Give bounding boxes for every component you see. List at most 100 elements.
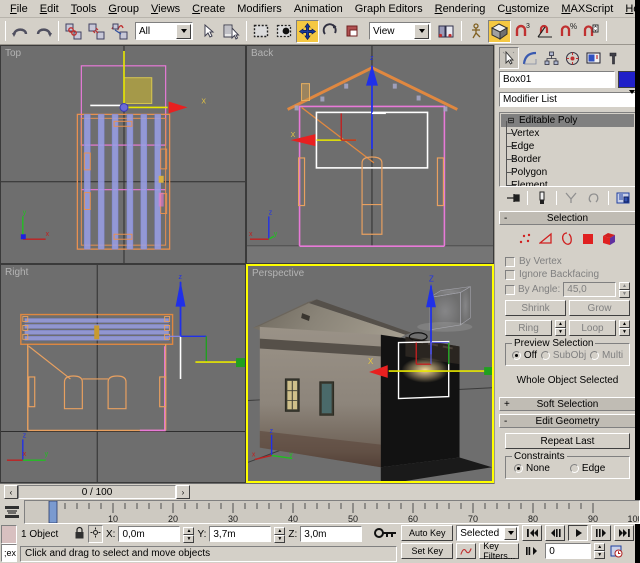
spinner-down-icon[interactable]: ▼ [555, 328, 566, 336]
bind-to-space-warp-button[interactable] [108, 20, 131, 43]
z-coordinate-field[interactable]: 3,0m [300, 526, 362, 542]
time-slider[interactable]: ‹ 0 / 100 › [4, 485, 190, 500]
select-and-link-button[interactable] [62, 20, 85, 43]
show-end-result-button[interactable] [533, 190, 551, 206]
unlink-selection-button[interactable] [85, 20, 108, 43]
next-frame-button[interactable] [591, 525, 611, 541]
chevron-down-icon[interactable] [176, 24, 191, 39]
selection-rollout-header[interactable]: - Selection [499, 211, 636, 225]
x-coordinate-field[interactable]: 0,0m [118, 526, 180, 542]
modifier-stack-item-edge[interactable]: Edge [501, 140, 634, 153]
spinner-down-icon[interactable]: ▼ [594, 551, 605, 559]
by-vertex-row[interactable]: By Vertex [501, 255, 634, 268]
next-frame-button[interactable]: › [176, 485, 190, 499]
goto-start-button[interactable] [522, 525, 542, 541]
viewport-right[interactable]: Right [0, 264, 246, 483]
reference-coordinate-combo[interactable]: View [369, 22, 431, 40]
previous-frame-button[interactable]: ‹ [4, 485, 18, 499]
menu-item-file[interactable]: FFileile [4, 1, 34, 17]
loop-spinner[interactable]: ▲ ▼ [619, 320, 630, 336]
modifier-stack-item-polygon[interactable]: Polygon [501, 166, 634, 179]
modifier-stack[interactable]: ⊟ Editable Poly Vertex Edge Border Polyg… [499, 112, 636, 187]
menu-item-create[interactable]: Create [186, 1, 231, 17]
maxscript-output-pane[interactable] [1, 525, 17, 544]
preview-multi-option[interactable]: Multi [590, 350, 623, 361]
select-and-uniform-scale-button[interactable] [342, 20, 365, 43]
modifier-stack-item-vertex[interactable]: Vertex [501, 127, 634, 140]
by-angle-checkbox[interactable] [505, 285, 515, 295]
constraint-edge-option[interactable]: Edge [570, 463, 605, 474]
percent-snap-toggle-button[interactable]: % [557, 20, 580, 43]
chevron-down-icon[interactable] [504, 527, 517, 540]
grow-button[interactable]: Grow [569, 300, 630, 316]
open-mini-curve-editor-button[interactable] [0, 500, 24, 524]
spinner-up-icon[interactable]: ▲ [619, 320, 630, 328]
auto-key-button[interactable]: Auto Key [401, 525, 453, 541]
key-filters-button[interactable]: Key Filters... [479, 543, 519, 559]
absolute-relative-transform-toggle-button[interactable] [88, 525, 103, 543]
by-angle-row[interactable]: By Angle: 45,0 ▲ ▼ [501, 281, 634, 298]
motion-tab[interactable] [562, 47, 582, 69]
set-key-filters-curve-button[interactable] [456, 543, 476, 559]
spinner-down-icon[interactable]: ▼ [183, 535, 194, 543]
modifier-list-combo[interactable]: Modifier List [499, 92, 636, 107]
play-animation-button[interactable] [568, 525, 588, 541]
preview-subobj-option[interactable]: SubObj [541, 350, 586, 361]
command-panel-scrollbar[interactable] [635, 45, 640, 484]
viewport-back[interactable]: Back [246, 45, 494, 264]
create-tab[interactable] [499, 47, 519, 69]
modify-tab[interactable] [520, 47, 540, 69]
selection-filter-combo[interactable]: All [135, 22, 193, 40]
spinner-down-icon[interactable]: ▼ [619, 328, 630, 336]
menu-item-group[interactable]: Group [102, 1, 145, 17]
chevron-down-icon[interactable] [414, 24, 429, 39]
current-frame-field[interactable]: 0 [545, 543, 591, 559]
time-configuration-button[interactable] [608, 545, 626, 558]
modifier-stack-item-border[interactable]: Border [501, 153, 634, 166]
redo-button[interactable] [32, 20, 55, 43]
menu-item-edit[interactable]: Edit [34, 1, 65, 17]
make-unique-button[interactable] [562, 190, 580, 206]
constraint-none-radio[interactable] [514, 464, 523, 473]
maxscript-mini-listener[interactable]: ;ex [0, 524, 18, 563]
use-pivot-point-center-button[interactable] [435, 20, 458, 43]
selection-set-combo[interactable]: Selected [456, 525, 519, 541]
y-coordinate-field[interactable]: 3,7m [209, 526, 271, 542]
track-bar[interactable]: 01020 304050 607080 90100 [24, 500, 640, 524]
spinner-up-icon[interactable]: ▲ [274, 527, 285, 535]
select-object-button[interactable] [197, 20, 220, 43]
element-subobject-button[interactable] [602, 232, 617, 249]
viewport-perspective[interactable]: Perspective [246, 264, 494, 483]
set-key-button[interactable]: Set Key [401, 543, 453, 559]
modifier-stack-item-editable-poly[interactable]: ⊟ Editable Poly [501, 114, 634, 127]
goto-end-button[interactable] [614, 525, 634, 541]
viewport-top[interactable]: Top [0, 45, 246, 264]
undo-button[interactable] [9, 20, 32, 43]
key-mode-toggle-button[interactable] [522, 546, 542, 556]
utilities-tab[interactable] [604, 47, 624, 69]
constraint-edge-radio[interactable] [570, 464, 579, 473]
select-and-manipulate-button[interactable] [465, 20, 488, 43]
menu-item-tools[interactable]: Tools [65, 1, 103, 17]
object-name-field[interactable]: Box01 [499, 71, 615, 88]
frame-spinner[interactable]: ▲▼ [594, 543, 605, 559]
spinner-up-icon[interactable]: ▲ [594, 543, 605, 551]
window-crossing-button[interactable] [273, 20, 296, 43]
angle-snap-toggle-button[interactable] [534, 20, 557, 43]
menu-item-views[interactable]: Views [145, 1, 186, 17]
menu-item-maxscript[interactable]: MAXScript [555, 1, 619, 17]
modifier-stack-item-element[interactable]: Element [501, 179, 634, 187]
ring-button[interactable]: Ring [505, 320, 552, 336]
menu-item-customize[interactable]: Customize [491, 1, 555, 17]
spinner-up-icon[interactable]: ▲ [183, 527, 194, 535]
maxscript-input-pane[interactable]: ;ex [1, 544, 17, 563]
preview-subobj-radio[interactable] [541, 351, 550, 360]
y-spinner[interactable]: ▲▼ [274, 527, 285, 542]
spinner-down-icon[interactable]: ▼ [619, 290, 630, 298]
menu-item-graph-editors[interactable]: Graph Editors [349, 1, 429, 17]
repeat-last-button[interactable]: Repeat Last [505, 433, 630, 449]
snaps-toggle-button[interactable] [488, 20, 511, 43]
key-mode-toggle-button[interactable] [373, 526, 399, 543]
preview-off-option[interactable]: Off [512, 350, 537, 361]
configure-modifier-sets-button[interactable] [614, 190, 632, 206]
